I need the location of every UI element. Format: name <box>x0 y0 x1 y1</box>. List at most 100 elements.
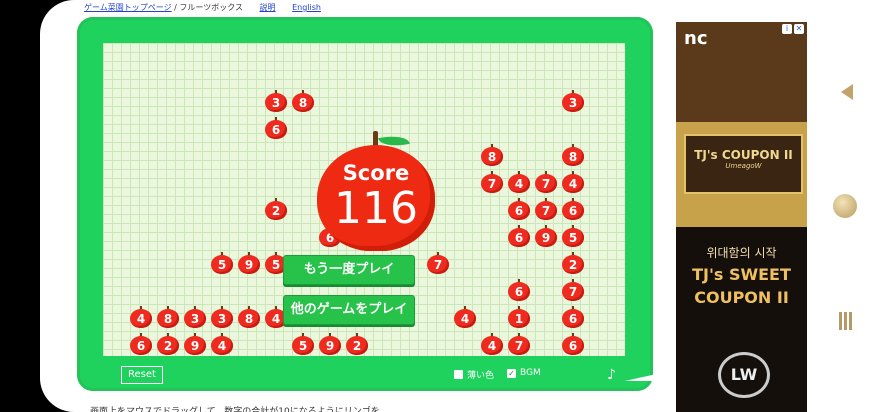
apple-number: 4 <box>460 312 470 326</box>
apple-tile[interactable]: 1 <box>508 306 530 328</box>
apple-number: 8 <box>487 150 497 164</box>
apple-tile[interactable]: 8 <box>292 90 314 112</box>
apple-tile[interactable]: 4 <box>211 333 233 355</box>
apple-number: 6 <box>514 231 524 245</box>
apple-tile[interactable]: 2 <box>265 198 287 220</box>
reset-button[interactable]: Reset <box>121 366 163 384</box>
english-link[interactable]: English <box>292 3 321 12</box>
apple-number: 9 <box>325 339 335 353</box>
apple-tile[interactable]: 7 <box>481 171 503 193</box>
apple-tile[interactable]: 2 <box>562 252 584 274</box>
apple-tile[interactable]: 3 <box>211 306 233 328</box>
recent-apps-icon[interactable] <box>839 312 853 330</box>
bgm-checkbox[interactable]: ✓ <box>507 368 516 378</box>
help-link[interactable]: 説明 <box>260 3 276 12</box>
bgm-label: BGM <box>520 368 541 378</box>
apple-tile[interactable]: 4 <box>508 171 530 193</box>
apple-tile[interactable]: 9 <box>319 333 341 355</box>
apple-number: 4 <box>217 339 227 353</box>
apple-number: 9 <box>244 258 254 272</box>
apple-tile[interactable]: 4 <box>481 333 503 355</box>
back-icon[interactable] <box>841 84 853 100</box>
apple-number: 4 <box>568 177 578 191</box>
apple-number: 4 <box>136 312 146 326</box>
breadcrumb-home-link[interactable]: ゲーム菜園トップページ <box>84 3 172 12</box>
apple-number: 6 <box>568 312 578 326</box>
apple-tile[interactable]: 6 <box>265 117 287 139</box>
apple-number: 6 <box>514 204 524 218</box>
volume-slider[interactable] <box>625 373 661 381</box>
ad-line-2: TJ's SWEET <box>692 265 791 284</box>
apple-number: 1 <box>514 312 524 326</box>
apple-number: 2 <box>163 339 173 353</box>
apple-tile[interactable]: 7 <box>427 252 449 274</box>
apple-tile[interactable]: 7 <box>562 279 584 301</box>
advertisement[interactable]: nc i ✕ TJ's COUPON II UmeagoW 위대함의 시작 TJ… <box>676 22 807 412</box>
apple-tile[interactable]: 3 <box>265 90 287 112</box>
ad-line-3: COUPON II <box>694 288 789 307</box>
apple-tile[interactable]: 2 <box>157 333 179 355</box>
apple-number: 4 <box>514 177 524 191</box>
apple-tile[interactable]: 8 <box>157 306 179 328</box>
score-label: Score <box>342 161 410 185</box>
game-page: ゲーム菜園トップページ / フルーツボックス 説明 English 3 8 6 2 6 6… <box>40 0 869 412</box>
apple-tile[interactable]: 4 <box>130 306 152 328</box>
apple-tile[interactable]: 6 <box>562 198 584 220</box>
ad-controls: i ✕ <box>782 24 804 34</box>
apple-number: 6 <box>136 339 146 353</box>
apple-number: 5 <box>298 339 308 353</box>
replay-button[interactable]: もう一度プレイ <box>283 255 415 285</box>
apple-tile[interactable]: 6 <box>508 198 530 220</box>
apple-number: 2 <box>352 339 362 353</box>
apple-tile[interactable]: 6 <box>508 225 530 247</box>
apple-number: 3 <box>271 96 281 110</box>
other-games-button[interactable]: 他のゲームをプレイ <box>283 295 415 325</box>
instructions-text: 画面上をマウスでドラッグして、数字の合計が10になるようにリンゴを <box>90 407 380 412</box>
apple-number: 8 <box>568 150 578 164</box>
apple-tile[interactable]: 6 <box>508 279 530 301</box>
apple-number: 6 <box>568 204 578 218</box>
apple-number: 7 <box>433 258 443 272</box>
ad-info-icon[interactable]: i <box>782 24 792 34</box>
apple-tile[interactable]: 3 <box>184 306 206 328</box>
score-value: 116 <box>334 183 418 234</box>
apple-number: 9 <box>190 339 200 353</box>
apple-tile[interactable]: 9 <box>535 225 557 247</box>
apple-number: 9 <box>541 231 551 245</box>
apple-tile[interactable]: 4 <box>454 306 476 328</box>
apple-number: 6 <box>568 339 578 353</box>
apple-tile[interactable]: 9 <box>238 252 260 274</box>
apple-tile[interactable]: 8 <box>562 144 584 166</box>
ad-coupon-sub: UmeagoW <box>725 162 762 170</box>
apple-tile[interactable]: 7 <box>535 198 557 220</box>
apple-tile[interactable]: 5 <box>292 333 314 355</box>
apple-number: 3 <box>190 312 200 326</box>
light-color-option[interactable]: 薄い色 <box>454 368 494 381</box>
apple-number: 8 <box>163 312 173 326</box>
ad-emblem: LW <box>718 352 770 398</box>
apple-tile[interactable]: 6 <box>562 333 584 355</box>
apple-tile[interactable]: 6 <box>562 306 584 328</box>
apple-tile[interactable]: 8 <box>238 306 260 328</box>
breadcrumb-current: フルーツボックス <box>179 3 243 12</box>
ad-brand-logo: nc <box>684 28 708 49</box>
apple-tile[interactable]: 6 <box>130 333 152 355</box>
apple-number: 2 <box>271 204 281 218</box>
apple-number: 6 <box>514 285 524 299</box>
apple-number: 7 <box>541 204 551 218</box>
bgm-option[interactable]: ✓ BGM <box>507 368 541 378</box>
ad-close-icon[interactable]: ✕ <box>794 24 804 34</box>
light-color-checkbox[interactable] <box>454 370 463 379</box>
apple-number: 3 <box>568 96 578 110</box>
home-icon[interactable] <box>833 194 857 218</box>
apple-tile[interactable]: 8 <box>481 144 503 166</box>
apple-tile[interactable]: 2 <box>346 333 368 355</box>
apple-tile[interactable]: 7 <box>508 333 530 355</box>
apple-tile[interactable]: 7 <box>535 171 557 193</box>
apple-tile[interactable]: 3 <box>562 90 584 112</box>
apple-tile[interactable]: 5 <box>211 252 233 274</box>
apple-tile[interactable]: 9 <box>184 333 206 355</box>
apple-number: 2 <box>568 258 578 272</box>
apple-tile[interactable]: 4 <box>562 171 584 193</box>
apple-tile[interactable]: 5 <box>562 225 584 247</box>
